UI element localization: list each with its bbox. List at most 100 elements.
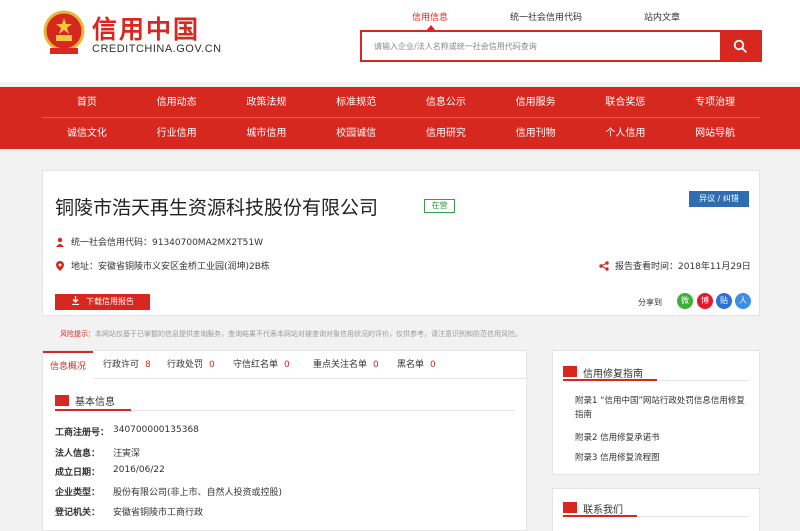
search-tabs: 信用信息 统一社会信用代码 站内文章 [360, 10, 760, 32]
section-icon [563, 502, 577, 513]
nav-item-personal-credit[interactable]: 个人信用 [581, 118, 671, 149]
section-underline [55, 409, 131, 411]
field-label: 登记机关： [55, 508, 101, 518]
contact-title: 联系我们 [583, 505, 623, 516]
risk-notice: 风险提示：本网站仅基于已掌握的信息提供查询服务，查询结果不代表本网站对被查询对象… [60, 329, 522, 339]
nav-item-special-governance[interactable]: 专项治理 [670, 87, 760, 117]
nav-item-campus-integrity[interactable]: 校园诚信 [311, 118, 401, 149]
nav-item-joint-rewards[interactable]: 联合奖惩 [581, 87, 671, 117]
field-value-company-type: 股份有限公司(非上市、自然人投资或控股) [113, 488, 283, 498]
credit-code-text: 统一社会信用代码：91340700MA2MX2T51W [71, 238, 263, 248]
nav-item-policies[interactable]: 政策法规 [222, 87, 312, 117]
field-value-registration-authority: 安徽省铜陵市工商行政 [113, 508, 204, 518]
search-box [360, 30, 762, 62]
search-tab-credit-code[interactable]: 统一社会信用代码 [510, 10, 582, 23]
nav-item-site-navigation[interactable]: 网站导航 [670, 118, 760, 149]
download-report-label: 下载信用报告 [86, 297, 134, 306]
address-text: 地址：安徽省铜陵市义安区金桥工业园(润坤)2B栋 [71, 262, 270, 272]
credit-code-line: 统一社会信用代码：91340700MA2MX2T51W [55, 235, 263, 248]
tab-red-list[interactable]: 守信红名单 0 [233, 351, 290, 379]
dispute-button[interactable]: 异议 / 纠错 [689, 191, 749, 207]
tab-label: 行政许可 [103, 360, 140, 370]
tab-overview[interactable]: 信息概况 [43, 351, 93, 380]
tab-label: 黑名单 [397, 360, 425, 370]
search-input[interactable] [362, 32, 720, 60]
company-name: 铜陵市浩天再生资源科技股份有限公司 [55, 197, 379, 219]
tab-count: 8 [145, 360, 151, 370]
field-label: 企业类型： [55, 488, 101, 498]
tab-admin-penalty[interactable]: 行政处罚 0 [167, 351, 215, 379]
section-icon [563, 366, 577, 377]
national-emblem-icon [43, 10, 85, 54]
nav-item-credit-publications[interactable]: 信用刊物 [491, 118, 581, 149]
tab-count: 0 [209, 360, 215, 370]
contact-header: 联系我们 [563, 501, 749, 517]
section-underline [563, 515, 637, 517]
location-pin-icon [56, 261, 64, 271]
field-label: 工商注册号： [55, 428, 110, 438]
share-label: 分享到 [638, 298, 662, 307]
tab-label: 行政处罚 [167, 360, 204, 370]
company-card: 铜陵市浩天再生资源科技股份有限公司 在营 异议 / 纠错 统一社会信用代码：91… [42, 170, 760, 316]
nav-item-home[interactable]: 首页 [42, 87, 132, 117]
contact-box: 联系我们 [552, 488, 760, 531]
basic-info-title: 基本信息 [75, 397, 115, 408]
section-underline [563, 379, 657, 381]
repair-guide-title: 信用修复指南 [583, 369, 643, 380]
site-logo-text[interactable]: 信用中国 [92, 10, 200, 46]
repair-guide-link-2[interactable]: 附录2 信用修复承诺书 [575, 431, 745, 445]
repair-guide-link-1[interactable]: 附录1 “信用中国”网站行政处罚信息信用修复指南 [575, 394, 745, 422]
search-tab-credit-info[interactable]: 信用信息 [412, 10, 448, 23]
nav-item-credit-service[interactable]: 信用服务 [491, 87, 581, 117]
status-badge: 在营 [424, 199, 455, 213]
address-line: 地址：安徽省铜陵市义安区金桥工业园(润坤)2B栋 [55, 259, 270, 272]
download-report-button[interactable]: 下载信用报告 [55, 294, 150, 310]
report-time-text: 报告查看时间：2018年11月29日 [615, 262, 751, 272]
network-share-icon [599, 261, 609, 271]
repair-guide-link-3[interactable]: 附录3 信用修复流程图 [575, 451, 745, 465]
tab-watch-list[interactable]: 重点关注名单 0 [313, 351, 379, 379]
repair-guide-header: 信用修复指南 [563, 365, 749, 381]
nav-item-credit-research[interactable]: 信用研究 [401, 118, 491, 149]
tab-label: 重点关注名单 [313, 360, 368, 370]
wechat-share-icon[interactable]: 微 [677, 293, 693, 309]
tab-count: 0 [284, 360, 290, 370]
main-nav: 首页 信用动态 政策法规 标准规范 信息公示 信用服务 联合奖惩 专项治理 诚信… [0, 87, 800, 149]
id-card-icon [56, 237, 64, 247]
tab-admin-license[interactable]: 行政许可 8 [103, 351, 151, 379]
tab-label: 守信红名单 [233, 360, 279, 370]
nav-row-1: 首页 信用动态 政策法规 标准规范 信息公示 信用服务 联合奖惩 专项治理 [42, 87, 760, 118]
nav-item-standards[interactable]: 标准规范 [311, 87, 401, 117]
tab-count: 0 [430, 360, 436, 370]
risk-notice-label: 风险提示： [60, 330, 95, 338]
search-button[interactable] [720, 32, 760, 60]
field-label: 成立日期： [55, 468, 101, 478]
field-label: 法人信息： [55, 449, 101, 459]
nav-row-2: 诚信文化 行业信用 城市信用 校园诚信 信用研究 信用刊物 个人信用 网站导航 [42, 118, 760, 149]
basic-info-header: 基本信息 [55, 393, 515, 411]
section-icon [55, 395, 69, 406]
search-tab-articles[interactable]: 站内文章 [644, 10, 680, 23]
tab-black-list[interactable]: 黑名单 0 [397, 351, 436, 379]
nav-item-city-credit[interactable]: 城市信用 [222, 118, 312, 149]
report-time-line: 报告查看时间：2018年11月29日 [599, 259, 751, 272]
tieba-share-icon[interactable]: 贴 [716, 293, 732, 309]
nav-item-integrity-culture[interactable]: 诚信文化 [42, 118, 132, 149]
tab-count: 0 [373, 360, 379, 370]
nav-item-credit-news[interactable]: 信用动态 [132, 87, 222, 117]
site-domain: CREDITCHINA.GOV.CN [92, 43, 222, 55]
site-header: 信用中国 CREDITCHINA.GOV.CN 信用信息 统一社会信用代码 站内… [0, 0, 800, 82]
weibo-share-icon[interactable]: 博 [697, 293, 713, 309]
nav-item-industry-credit[interactable]: 行业信用 [132, 118, 222, 149]
repair-guide-box: 信用修复指南 附录1 “信用中国”网站行政处罚信息信用修复指南 附录2 信用修复… [552, 350, 760, 475]
risk-notice-text: 本网站仅基于已掌握的信息提供查询服务，查询结果不代表本网站对被查询对象信用状况的… [95, 330, 522, 338]
nav-item-disclosure[interactable]: 信息公示 [401, 87, 491, 117]
download-icon [72, 296, 79, 306]
field-value-registration-no: 340700000135368 [113, 425, 199, 435]
tab-label: 信息概况 [49, 362, 86, 372]
renren-share-icon[interactable]: 人 [735, 293, 751, 309]
search-icon [733, 39, 747, 53]
info-panel: 信息概况 行政许可 8 行政处罚 0 守信红名单 0 重点关注名单 0 黑名单 0 基本信… [42, 350, 527, 531]
field-value-legal-person: 汪寅深 [113, 449, 141, 459]
field-value-established-date: 2016/06/22 [113, 465, 165, 475]
